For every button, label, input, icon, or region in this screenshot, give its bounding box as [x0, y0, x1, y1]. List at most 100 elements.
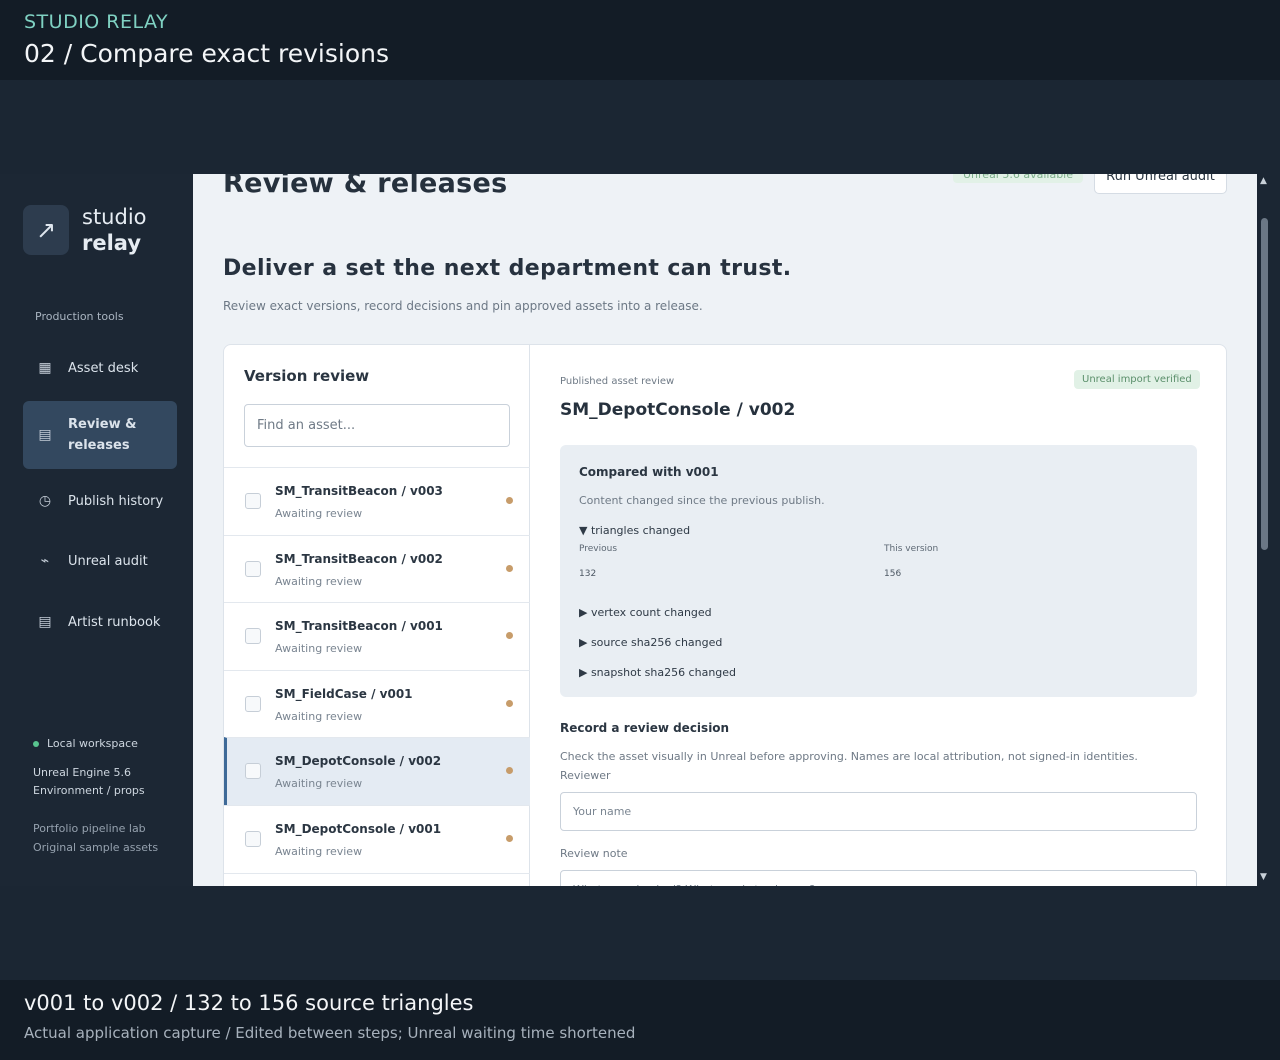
row-checkbox[interactable] — [245, 763, 261, 779]
sidebar-item-label: Unreal audit — [68, 553, 148, 569]
previous-value: 132 — [579, 569, 597, 579]
version-name: SM_TransitBeacon / v003 — [275, 484, 443, 498]
version-name: SM_FieldCase / v001 — [275, 687, 413, 701]
version-review-title: Version review — [244, 367, 370, 385]
bottom-caption: v001 to v002 / 132 to 156 source triangl… — [0, 980, 1280, 1060]
this-version-column-label: This version — [884, 544, 939, 554]
reviewer-name-field[interactable] — [560, 792, 1197, 831]
status-dot — [506, 835, 513, 842]
review-panel: Version review SM_TransitBeacon / v003 A… — [223, 344, 1227, 886]
workspace-engine: Unreal Engine 5.6 — [33, 766, 132, 779]
status-dot — [506, 632, 513, 639]
list-item[interactable]: SM_TransitBeacon / v001 Awaiting review — [224, 602, 530, 670]
list-item[interactable]: SM_FieldCase / v001 Awaiting review — [224, 670, 530, 738]
caption-subline: Actual application capture / Edited betw… — [24, 1024, 636, 1042]
hero-title: Deliver a set the next department can tr… — [223, 256, 792, 281]
scroll-up-icon[interactable]: ▲ — [1260, 176, 1267, 186]
list-item[interactable]: SM_DepotConsole / v001 Awaiting review — [224, 805, 530, 873]
asset-search-input[interactable] — [244, 404, 510, 447]
detail-title: SM_DepotConsole / v002 — [560, 400, 796, 420]
version-status: Awaiting review — [275, 507, 363, 520]
caption-brand: STUDIO RELAY — [24, 11, 169, 33]
this-version-value: 156 — [884, 569, 902, 579]
workspace-lab: Portfolio pipeline lab — [33, 822, 146, 835]
list-icon: ▤ — [38, 427, 52, 443]
sidebar-item-unreal-audit[interactable]: ⌁ Unreal audit — [23, 541, 177, 581]
version-status: Awaiting review — [275, 575, 363, 588]
top-caption: STUDIO RELAY 02 / Compare exact revision… — [0, 0, 1280, 80]
version-status: Awaiting review — [275, 777, 363, 790]
record-decision-note: Check the asset visually in Unreal befor… — [560, 750, 1138, 763]
asset-detail: Published asset review Unreal import ver… — [560, 345, 1200, 886]
sidebar-item-artist-runbook[interactable]: ▤ Artist runbook — [23, 602, 177, 642]
version-status: Awaiting review — [275, 845, 363, 858]
scrollbar-thumb[interactable] — [1261, 218, 1268, 550]
row-checkbox[interactable] — [245, 561, 261, 577]
run-unreal-audit-button[interactable]: Run Unreal audit — [1094, 174, 1227, 194]
comparison-title: Compared with v001 — [579, 465, 719, 479]
previous-column-label: Previous — [579, 544, 618, 554]
snapshot-sha-toggle[interactable]: ▶ snapshot sha256 changed — [579, 666, 736, 679]
version-name: SM_DepotConsole / v002 — [275, 754, 442, 768]
scroll-down-icon[interactable]: ▼ — [1260, 872, 1267, 882]
sidebar-item-review-releases[interactable]: ▤ Review & releases — [23, 401, 177, 469]
row-checkbox[interactable] — [245, 628, 261, 644]
sidebar: ↗ studio relay Production tools ▦ Asset … — [0, 174, 193, 886]
record-decision-title: Record a review decision — [560, 721, 730, 735]
version-name: SM_TransitBeacon / v001 — [275, 619, 443, 633]
triangles-changed-toggle[interactable]: ▼ triangles changed — [579, 524, 690, 537]
workspace-status: Local workspace — [33, 735, 138, 753]
row-checkbox[interactable] — [245, 831, 261, 847]
sidebar-item-label: Artist runbook — [68, 614, 161, 630]
logo-line2: relay — [82, 231, 142, 255]
main-content: Review & releases Unreal 5.6 available R… — [193, 174, 1257, 886]
version-status: Awaiting review — [275, 642, 363, 655]
review-note-label: Review note — [560, 847, 628, 860]
grid-icon: ▦ — [38, 360, 52, 376]
logo-text: studio relay — [82, 204, 147, 256]
sidebar-item-label: Review & releases — [68, 417, 137, 453]
section-label: Production tools — [35, 310, 124, 323]
status-dot — [506, 497, 513, 504]
sidebar-item-asset-desk[interactable]: ▦ Asset desk — [23, 348, 177, 388]
unreal-available-badge: Unreal 5.6 available — [953, 174, 1084, 183]
version-name: SM_DepotConsole / v001 — [275, 822, 442, 836]
logo[interactable]: ↗ studio relay — [23, 204, 147, 256]
list-item[interactable]: SM_TransitBeacon / v002 Awaiting review — [224, 535, 530, 603]
detail-kicker: Published asset review — [560, 376, 675, 387]
pulse-icon: ⌁ — [40, 553, 50, 569]
source-sha-toggle[interactable]: ▶ source sha256 changed — [579, 636, 722, 649]
caption-headline: v001 to v002 / 132 to 156 source triangl… — [24, 991, 474, 1015]
list-item[interactable] — [224, 873, 530, 886]
version-status: Awaiting review — [275, 710, 363, 723]
comparison-box: Compared with v001 Content changed since… — [560, 445, 1197, 697]
reviewer-label: Reviewer — [560, 769, 611, 782]
sidebar-item-publish-history[interactable]: ◷ Publish history — [23, 481, 177, 521]
workspace-path: Environment / props — [33, 784, 145, 797]
sidebar-item-label: Publish history — [68, 493, 164, 509]
hero-subtitle: Review exact versions, record decisions … — [223, 299, 703, 313]
list-item-selected[interactable]: SM_DepotConsole / v002 Awaiting review — [224, 737, 530, 805]
caption-step: 02 / Compare exact revisions — [24, 39, 390, 68]
workspace-status-label: Local workspace — [47, 737, 138, 750]
review-note-field[interactable] — [560, 870, 1197, 886]
comparison-subtitle: Content changed since the previous publi… — [579, 494, 825, 507]
sidebar-item-label: Asset desk — [68, 360, 139, 376]
logo-line1: studio — [82, 205, 147, 229]
status-dot — [506, 767, 513, 774]
status-dot — [506, 565, 513, 572]
book-icon: ▤ — [38, 614, 52, 630]
version-name: SM_TransitBeacon / v002 — [275, 552, 443, 566]
row-checkbox[interactable] — [245, 696, 261, 712]
list-item[interactable]: SM_TransitBeacon / v003 Awaiting review — [224, 467, 530, 535]
row-checkbox[interactable] — [245, 493, 261, 509]
arrow-up-right-icon: ↗ — [23, 205, 69, 255]
status-dot — [506, 700, 513, 707]
version-list: Version review SM_TransitBeacon / v003 A… — [224, 345, 530, 886]
vertex-count-toggle[interactable]: ▶ vertex count changed — [579, 606, 712, 619]
status-dot — [33, 741, 39, 747]
page-scrollbar[interactable]: ▲ ▼ — [1257, 174, 1273, 886]
workspace-assets: Original sample assets — [33, 841, 159, 854]
page-title: Review & releases — [223, 174, 508, 199]
clock-icon: ◷ — [38, 493, 52, 509]
